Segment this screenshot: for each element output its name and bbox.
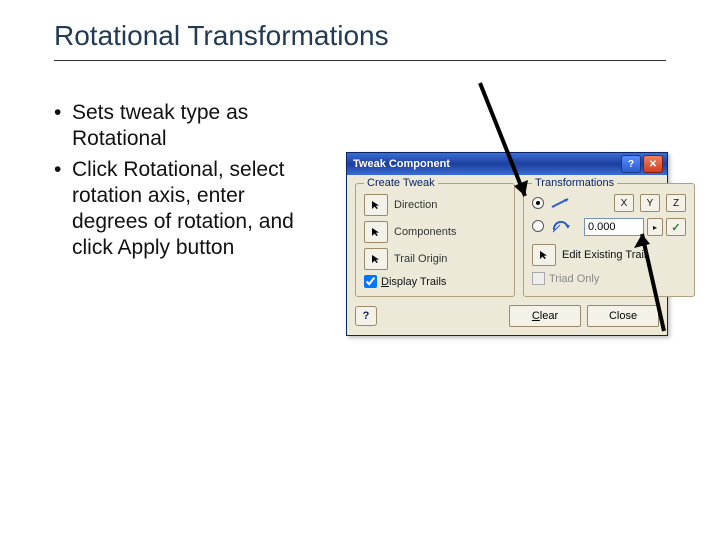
- edit-trail-button[interactable]: [532, 244, 556, 266]
- components-button[interactable]: [364, 221, 388, 243]
- triad-only-label: Triad Only: [549, 273, 599, 285]
- bullet-item: • Sets tweak type as Rotational: [54, 100, 324, 153]
- bullet-text: Click Rotational, select rotation axis, …: [72, 157, 324, 262]
- linear-icon: [550, 196, 572, 210]
- dialog-help-button[interactable]: ?: [355, 306, 377, 326]
- title-underline: [54, 60, 666, 61]
- bullet-list: • Sets tweak type as Rotational • Click …: [54, 100, 324, 266]
- cursor-icon: [371, 254, 381, 264]
- bullet-dot: •: [54, 157, 72, 262]
- linear-radio[interactable]: [532, 197, 544, 209]
- bullet-dot: •: [54, 100, 72, 153]
- group-legend: Transformations: [532, 177, 617, 189]
- bullet-item: • Click Rotational, select rotation axis…: [54, 157, 324, 262]
- cursor-icon: [371, 227, 381, 237]
- apply-button[interactable]: ✓: [666, 218, 686, 236]
- create-tweak-group: Create Tweak Direction Components: [355, 183, 515, 297]
- axis-x-button[interactable]: X: [614, 194, 634, 212]
- axis-y-button[interactable]: Y: [640, 194, 660, 212]
- slide-title: Rotational Transformations: [54, 20, 389, 52]
- direction-label: Direction: [394, 199, 437, 211]
- bullet-text: Sets tweak type as Rotational: [72, 100, 324, 153]
- rotational-icon: [550, 218, 572, 234]
- dialog-title: Tweak Component: [353, 158, 450, 170]
- display-trails-label: Display Trails: [381, 276, 446, 288]
- window-close-button[interactable]: ✕: [643, 155, 663, 173]
- direction-button[interactable]: [364, 194, 388, 216]
- dialog-titlebar[interactable]: Tweak Component ? ✕: [347, 153, 667, 175]
- trail-origin-button[interactable]: [364, 248, 388, 270]
- trail-origin-label: Trail Origin: [394, 253, 447, 265]
- window-help-button[interactable]: ?: [621, 155, 641, 173]
- transformations-group: Transformations X Y Z: [523, 183, 695, 297]
- display-trails-input[interactable]: [364, 275, 377, 288]
- rotation-value-input[interactable]: 0.000: [584, 218, 644, 236]
- axis-z-button[interactable]: Z: [666, 194, 686, 212]
- dialog-footer: ? Clear Close: [347, 301, 667, 335]
- edit-trail-label: Edit Existing Trail: [562, 249, 646, 261]
- close-button[interactable]: Close: [587, 305, 659, 327]
- group-legend: Create Tweak: [364, 177, 438, 189]
- components-label: Components: [394, 226, 456, 238]
- triad-only-checkbox: [532, 272, 545, 285]
- value-spinner[interactable]: ▸: [647, 218, 663, 236]
- tweak-component-dialog: Tweak Component ? ✕ Create Tweak Directi…: [346, 152, 668, 336]
- rotational-radio[interactable]: [532, 220, 544, 232]
- clear-button[interactable]: Clear: [509, 305, 581, 327]
- display-trails-checkbox[interactable]: Display Trails: [364, 275, 506, 288]
- cursor-icon: [539, 250, 549, 260]
- cursor-icon: [371, 200, 381, 210]
